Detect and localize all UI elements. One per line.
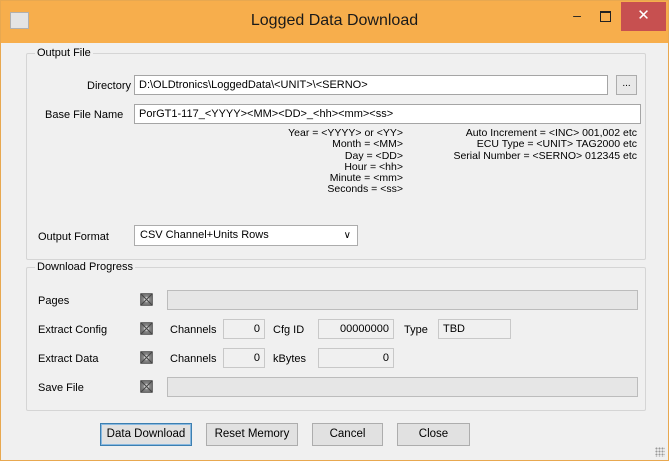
maximize-icon <box>599 11 611 22</box>
extract-config-status-icon <box>140 322 153 335</box>
download-progress-legend: Download Progress <box>35 261 135 273</box>
extract-config-label: Extract Config <box>38 324 108 336</box>
base-file-name-label: Base File Name <box>45 109 124 121</box>
save-file-progress-bar <box>167 377 638 397</box>
cfg-id-value: 00000000 <box>318 319 394 339</box>
save-file-label: Save File <box>38 382 84 394</box>
chevron-down-icon: ∨ <box>343 230 351 241</box>
help-ecu-type: ECU Type = <UNIT> TAG2000 etc <box>476 138 637 151</box>
logged-data-download-window: Logged Data Download – ✕ Output File Dir… <box>0 0 669 461</box>
title-bar[interactable]: Logged Data Download – ✕ <box>1 1 668 43</box>
pages-progress-bar <box>167 290 638 310</box>
pages-label: Pages <box>38 295 70 307</box>
data-download-button[interactable]: Data Download <box>100 423 192 446</box>
output-format-label: Output Format <box>38 231 109 243</box>
help-month: Month = <MM> <box>332 138 403 151</box>
extract-data-label: Extract Data <box>38 353 99 365</box>
directory-label: Directory <box>87 80 132 92</box>
output-format-value: CSV Channel+Units Rows <box>140 229 269 241</box>
extract-data-status-icon <box>140 351 153 364</box>
help-seconds: Seconds = <ss> <box>327 183 403 196</box>
pages-status-icon <box>140 293 153 306</box>
cancel-button[interactable]: Cancel <box>312 423 383 446</box>
close-button[interactable]: Close <box>397 423 470 446</box>
close-window-button[interactable]: ✕ <box>621 2 666 31</box>
unit-token-help: Auto Increment = <INC> 001,002 etc ECU T… <box>406 127 637 162</box>
date-token-help: Year = <YYYY> or <YY> Month = <MM> Day =… <box>223 127 403 196</box>
type-label: Type <box>404 324 428 336</box>
save-file-status-icon <box>140 380 153 393</box>
output-file-legend: Output File <box>35 47 93 59</box>
cfg-id-label: Cfg ID <box>273 324 305 336</box>
output-format-select[interactable]: CSV Channel+Units Rows ∨ <box>134 225 358 246</box>
data-channels-value: 0 <box>223 348 265 368</box>
directory-input[interactable]: D:\OLDtronics\LoggedData\<UNIT>\<SERNO> <box>134 75 608 95</box>
minimize-button[interactable]: – <box>563 2 591 31</box>
maximize-button[interactable] <box>591 2 619 31</box>
type-value: TBD <box>438 319 511 339</box>
data-channels-label: Channels <box>170 353 217 365</box>
browse-button[interactable]: ... <box>616 75 637 95</box>
config-channels-label: Channels <box>170 324 217 336</box>
config-channels-value: 0 <box>223 319 265 339</box>
base-file-name-input[interactable]: PorGT1-117_<YYYY><MM><DD>_<hh><mm><ss> <box>134 104 641 124</box>
help-serial-number: Serial Number = <SERNO> 012345 etc <box>453 149 637 162</box>
resize-grip-icon[interactable] <box>655 447 665 457</box>
reset-memory-button[interactable]: Reset Memory <box>206 423 298 446</box>
kbytes-label: kBytes <box>273 353 307 365</box>
kbytes-value: 0 <box>318 348 394 368</box>
